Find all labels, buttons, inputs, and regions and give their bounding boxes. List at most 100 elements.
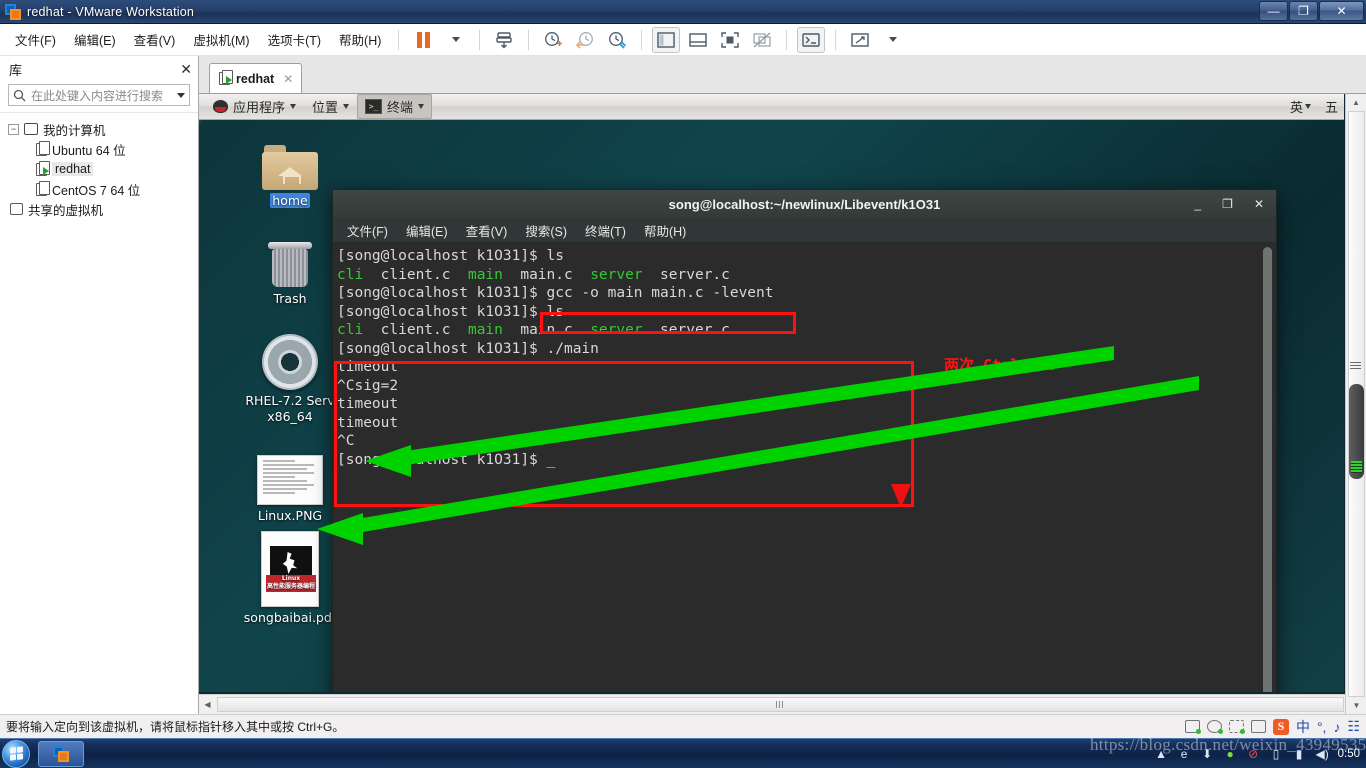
menu-file[interactable]: 文件(F) (6, 26, 65, 53)
chinese-mode-icon[interactable]: 中 (1296, 717, 1310, 737)
terminal-minimize-button[interactable]: _ (1194, 198, 1201, 210)
library-search-box[interactable]: 在此处键入内容进行搜索 (8, 84, 190, 106)
image-file-icon (238, 447, 342, 505)
show-hidden-icons-button[interactable]: ▲ (1154, 746, 1169, 761)
menu-help[interactable]: 帮助(H) (330, 26, 390, 53)
terminal-line: cli client.c main main.c server server.c (337, 266, 1270, 285)
volume-icon[interactable]: ◀) (1315, 746, 1330, 761)
places-menu[interactable]: 位置 (304, 94, 357, 119)
dropdown-caret-icon-2[interactable] (878, 27, 906, 53)
tree-item-redhat[interactable]: redhat (0, 159, 198, 179)
vm-horizontal-scrollbar[interactable]: ◀ (199, 694, 1345, 714)
maximize-button[interactable]: ❐ (1289, 0, 1318, 21)
desktop-icon-label: home (270, 193, 310, 208)
printer-icon[interactable] (1250, 720, 1266, 733)
vm-vscroll-thumb[interactable] (1349, 384, 1364, 479)
show-thumbnail-bar-icon[interactable] (684, 27, 712, 53)
terminal-window-button[interactable]: >_ 终端 (357, 94, 433, 119)
minimize-button[interactable]: — (1259, 0, 1288, 21)
terminal-menu-help[interactable]: 帮助(H) (638, 219, 692, 242)
blocked-icon[interactable]: ⊘ (1246, 746, 1261, 761)
menu-view[interactable]: 查看(V) (125, 26, 185, 53)
terminal-menu-view[interactable]: 查看(V) (460, 219, 514, 242)
vm-vertical-scrollbar[interactable]: ▲ ▼ (1345, 94, 1366, 714)
pause-vm-icon[interactable] (409, 27, 437, 53)
terminal-token: server (590, 266, 643, 283)
library-tree: − 我的计算机 Ubuntu 64 位 redhat CentOS 7 64 位… (0, 112, 198, 219)
scroll-left-arrow-icon[interactable]: ◀ (199, 700, 216, 709)
search-dropdown-icon[interactable] (177, 92, 185, 98)
unity-mode-icon[interactable] (748, 27, 776, 53)
console-view-icon[interactable] (797, 26, 826, 53)
vm-tab-redhat[interactable]: redhat ✕ (209, 63, 303, 93)
vm-hscroll-thumb[interactable] (217, 697, 1344, 712)
menu-tabs[interactable]: 选项卡(T) (259, 26, 330, 53)
redhat-logo-icon (213, 100, 228, 113)
guest-desktop[interactable]: home Trash RHEL-7.2 Serv x86_64 Linux.PN (199, 120, 1344, 692)
terminal-menu-search[interactable]: 搜索(S) (519, 219, 573, 242)
tree-item-centos[interactable]: CentOS 7 64 位 (0, 179, 198, 199)
window-title: redhat - VMware Workstation (27, 4, 195, 19)
start-button[interactable] (2, 739, 30, 768)
desktop-icon-linux-png[interactable]: Linux.PNG (238, 447, 342, 523)
main-toolbar (407, 25, 908, 55)
network-icon[interactable]: ▮ (1292, 746, 1307, 761)
library-close-icon[interactable]: ✕ (180, 62, 192, 76)
voice-input-icon[interactable]: ♪ (1333, 719, 1340, 735)
toolbox-icon[interactable]: ☷ (1347, 718, 1360, 735)
vm-vscroll-grip[interactable] (1350, 362, 1361, 369)
sogou-icon[interactable]: S (1272, 718, 1289, 735)
taskbar-item-vmware[interactable] (38, 740, 84, 767)
hard-disk-icon[interactable] (1184, 720, 1201, 734)
menu-vm[interactable]: 虚拟机(M) (184, 26, 258, 53)
show-library-icon[interactable] (652, 26, 681, 53)
tree-item-ubuntu[interactable]: Ubuntu 64 位 (0, 139, 198, 159)
taskbar-clock[interactable]: 0:50 (1338, 748, 1360, 760)
network-adapter-icon[interactable] (1228, 720, 1245, 734)
cd-dvd-icon[interactable] (1206, 720, 1223, 734)
library-panel: 库 ✕ 在此处键入内容进行搜索 − 我的计算机 Ubuntu 64 位 redh… (0, 56, 199, 714)
desktop-icon-trash[interactable]: Trash (238, 230, 342, 306)
take-snapshot-icon[interactable] (539, 27, 567, 53)
terminal-token: [song@localhost k1O31]$ ls (337, 303, 564, 320)
terminal-line: [song@localhost k1O31]$ ls (337, 247, 1270, 266)
manage-snapshots-icon[interactable] (603, 27, 631, 53)
desktop-icon-cdrom[interactable]: RHEL-7.2 Serv x86_64 (238, 332, 342, 425)
vm-running-icon (219, 70, 233, 85)
update-icon[interactable]: ⬇ (1200, 746, 1215, 761)
terminal-maximize-button[interactable]: ❐ (1222, 198, 1233, 210)
browser-icon[interactable]: e (1177, 746, 1192, 761)
antivirus-icon[interactable]: ● (1223, 746, 1238, 761)
dropdown-caret-icon[interactable] (441, 27, 469, 53)
terminal-scrollbar-thumb[interactable] (1263, 247, 1272, 692)
home-folder-icon (238, 132, 342, 190)
vm-tab-close-icon[interactable]: ✕ (283, 72, 293, 86)
tree-item-my-computer[interactable]: − 我的计算机 (0, 119, 198, 139)
snapshot-manager-icon[interactable] (490, 27, 518, 53)
terminal-menu-terminal[interactable]: 终端(T) (579, 219, 632, 242)
trash-icon (238, 230, 342, 288)
terminal-scrollbar[interactable] (1262, 247, 1273, 692)
menu-edit[interactable]: 编辑(E) (65, 26, 125, 53)
applications-menu[interactable]: 应用程序 (205, 94, 304, 119)
fullscreen-icon[interactable] (716, 27, 744, 53)
close-button[interactable]: ✕ (1319, 0, 1364, 21)
desktop-icon-home[interactable]: home (238, 132, 342, 208)
ime-mode-indicator[interactable]: 五 (1325, 97, 1338, 116)
desktop-icon-songbaibai-pdf[interactable]: Linux 高性能服务器编程 songbaibai.pdf (238, 527, 342, 625)
terminal-menu-file[interactable]: 文件(F) (341, 219, 394, 242)
punctuation-icon[interactable]: °, (1317, 719, 1327, 735)
terminal-menu-edit[interactable]: 编辑(E) (400, 219, 454, 242)
scroll-down-arrow-icon[interactable]: ▼ (1346, 697, 1366, 714)
terminal-close-button[interactable]: ✕ (1254, 198, 1264, 210)
scroll-up-arrow-icon[interactable]: ▲ (1346, 94, 1366, 111)
revert-snapshot-icon[interactable] (571, 27, 599, 53)
tree-item-shared-vms[interactable]: 共享的虚拟机 (0, 199, 198, 219)
ime-language-indicator[interactable]: 英 (1290, 97, 1303, 116)
stretch-guest-icon[interactable] (846, 27, 874, 53)
expander-icon[interactable]: − (8, 123, 19, 135)
monitor-icon (24, 123, 38, 135)
guest-screen[interactable]: 应用程序 位置 >_ 终端 英 五 home Trash RHEL-7.2 Se… (199, 94, 1366, 714)
battery-icon[interactable]: ▯ (1269, 746, 1284, 761)
chevron-down-icon[interactable] (1304, 104, 1311, 109)
